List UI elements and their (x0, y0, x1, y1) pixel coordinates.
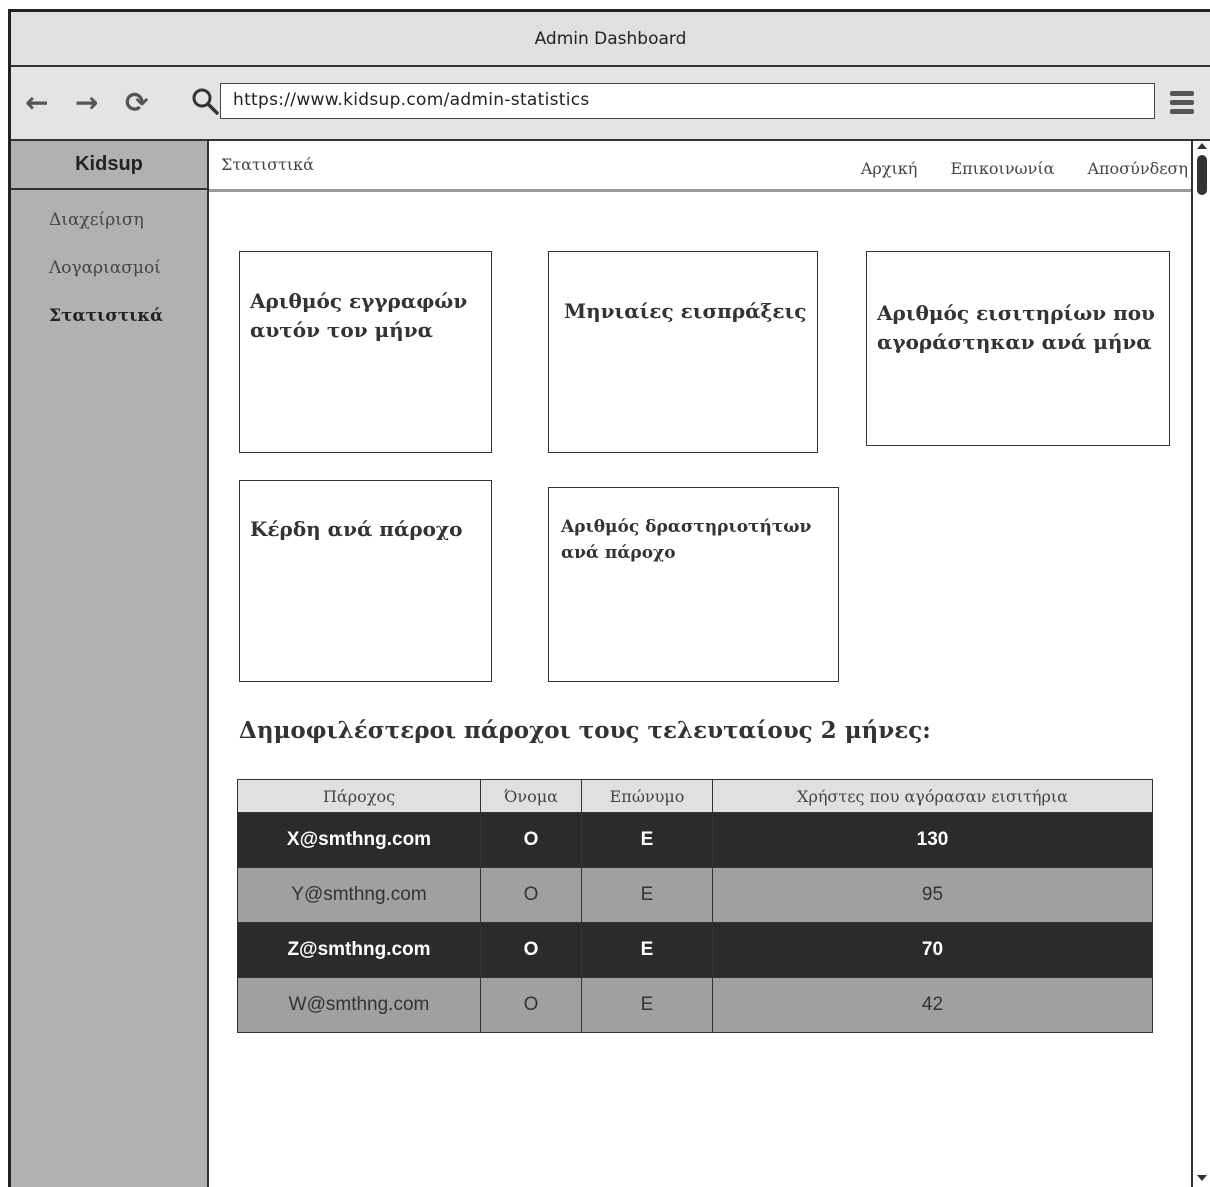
first-name: O (480, 922, 582, 978)
table-header-row: Πάροχος Όνομα Επώνυμο Χρήστες που αγόρασ… (237, 779, 1153, 813)
search-icon (192, 88, 219, 115)
card-activities-per-provider[interactable]: Αριθμός δραστηριοτήτων ανά πάροχο (548, 487, 839, 682)
scroll-down-arrow-icon[interactable] (1197, 1175, 1207, 1181)
column-header-last-name[interactable]: Επώνυμο (581, 779, 713, 813)
provider-email: Z@smthng.com (237, 922, 481, 978)
sidebar-item-accounts[interactable]: Λογαριασμοί (49, 244, 207, 292)
card-title: Αριθμός δραστηριοτήτων ανά πάροχο (561, 517, 812, 563)
users-count: 130 (712, 812, 1153, 868)
vertical-scrollbar[interactable] (1191, 141, 1210, 1187)
last-name: E (581, 812, 713, 868)
main-content: Στατιστικά Αρχική Επικοινωνία Αποσύνδεση… (209, 141, 1193, 1187)
table-row[interactable]: W@smthng.com O E 42 (237, 977, 1153, 1033)
column-header-users-bought-tickets[interactable]: Χρήστες που αγόρασαν εισιτήρια (712, 779, 1153, 813)
card-title: Αριθμός εγγραφών αυτόν τον μήνα (250, 289, 468, 342)
users-count: 95 (712, 867, 1153, 923)
card-title: Κέρδη ανά πάροχο (250, 517, 463, 541)
nav-link-home[interactable]: Αρχική (861, 159, 918, 178)
card-monthly-registrations[interactable]: Αριθμός εγγραφών αυτόν τον μήνα (239, 251, 492, 453)
provider-email: X@smthng.com (237, 812, 481, 868)
table-row[interactable]: Y@smthng.com O E 95 (237, 867, 1153, 923)
users-count: 70 (712, 922, 1153, 978)
card-title: Μηνιαίες εισπράξεις (564, 299, 807, 323)
card-profit-per-provider[interactable]: Κέρδη ανά πάροχο (239, 480, 492, 682)
scrollbar-thumb[interactable] (1197, 155, 1207, 195)
last-name: E (581, 867, 713, 923)
last-name: E (581, 922, 713, 978)
first-name: O (480, 977, 582, 1033)
column-header-provider[interactable]: Πάροχος (237, 779, 481, 813)
table-row[interactable]: X@smthng.com O E 130 (237, 812, 1153, 868)
first-name: O (480, 812, 582, 868)
sidebar-item-statistics[interactable]: Στατιστικά (49, 292, 207, 340)
card-monthly-revenue[interactable]: Μηνιαίες εισπράξεις (548, 251, 818, 453)
card-tickets-per-month[interactable]: Αριθμός εισιτηρίων που αγοράστηκαν ανά μ… (866, 251, 1170, 446)
popular-providers-table: Πάροχος Όνομα Επώνυμο Χρήστες που αγόρασ… (237, 779, 1153, 1033)
forward-arrow-icon[interactable]: → (75, 85, 98, 121)
provider-email: W@smthng.com (237, 977, 481, 1033)
url-input[interactable]: https://www.kidsup.com/admin-statistics (220, 83, 1155, 119)
brand-logo: Kidsup (11, 141, 207, 190)
top-navigation: Στατιστικά Αρχική Επικοινωνία Αποσύνδεση (209, 141, 1193, 192)
window-titlebar: Admin Dashboard (11, 12, 1210, 67)
window-title: Admin Dashboard (534, 28, 687, 49)
table-row[interactable]: Z@smthng.com O E 70 (237, 922, 1153, 978)
back-arrow-icon[interactable]: ← (25, 85, 48, 121)
card-title: Αριθμός εισιτηρίων που αγοράστηκαν ανά μ… (877, 301, 1155, 354)
last-name: E (581, 977, 713, 1033)
popular-providers-title: Δημοφιλέστεροι πάροχοι τους τελευταίους … (239, 717, 931, 744)
reload-icon[interactable]: ⟳ (125, 85, 148, 121)
sidebar-item-management[interactable]: Διαχείριση (49, 196, 207, 244)
nav-link-logout[interactable]: Αποσύνδεση (1087, 159, 1188, 178)
first-name: O (480, 867, 582, 923)
address-bar: ← → ⟳ https://www.kidsup.com/admin-stati… (11, 67, 1210, 141)
hamburger-menu-icon[interactable] (1170, 91, 1194, 115)
nav-link-contact[interactable]: Επικοινωνία (950, 159, 1054, 178)
column-header-first-name[interactable]: Όνομα (480, 779, 582, 813)
scroll-up-arrow-icon[interactable] (1197, 143, 1207, 149)
users-count: 42 (712, 977, 1153, 1033)
page-title: Στατιστικά (221, 155, 314, 174)
provider-email: Y@smthng.com (237, 867, 481, 923)
sidebar: Kidsup Διαχείριση Λογαριασμοί Στατιστικά (11, 141, 209, 1187)
browser-window: Admin Dashboard ← → ⟳ https://www.kidsup… (8, 9, 1210, 1187)
